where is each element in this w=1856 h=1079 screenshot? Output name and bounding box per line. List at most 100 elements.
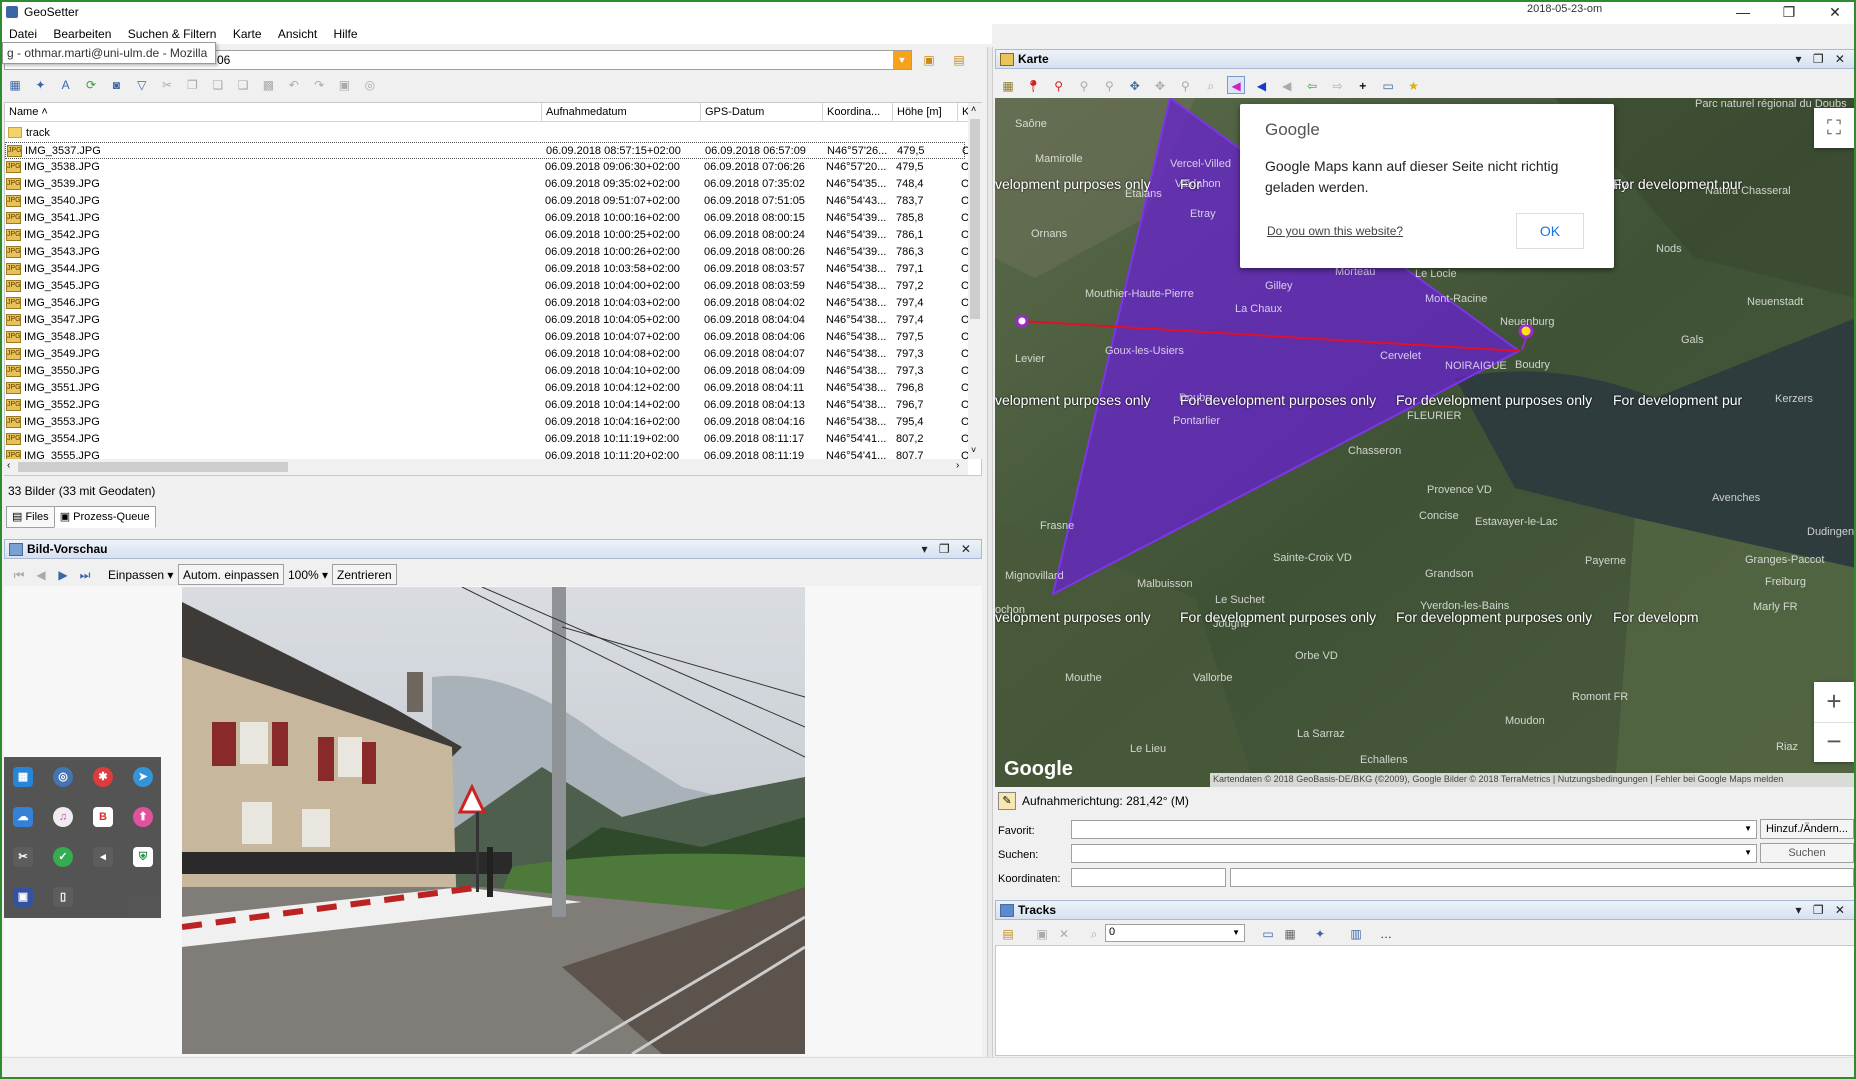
panels-icon[interactable]: ▥ bbox=[1347, 925, 1365, 943]
open-folder-icon[interactable]: ▤ bbox=[950, 51, 968, 69]
col-koordinaten[interactable]: Koordina... bbox=[823, 103, 893, 122]
close-icon[interactable]: ✕ bbox=[1812, 2, 1854, 22]
ungroup-icon[interactable]: ✥ bbox=[1151, 77, 1169, 95]
table-row[interactable]: JPG IMG_3549.JPG 06.09.2018 10:04:08+02:00… bbox=[5, 346, 970, 363]
tracks-panel-controls[interactable]: ▾ ❐ ✕ bbox=[1795, 903, 1849, 917]
pencil-icon[interactable]: ✎ bbox=[998, 792, 1016, 810]
scroll-up-icon[interactable]: ˄ bbox=[971, 104, 976, 114]
autofit-button[interactable]: Autom. einpassen bbox=[178, 564, 285, 585]
speech-icon[interactable]: ▭ bbox=[1379, 77, 1397, 95]
keepass-tray-icon[interactable]: ▣ bbox=[13, 887, 33, 907]
menu-hilfe[interactable]: Hilfe bbox=[327, 24, 364, 41]
panel-splitter[interactable] bbox=[987, 47, 993, 1057]
globe-track-icon[interactable]: ✦ bbox=[1311, 925, 1329, 943]
music-tray-icon[interactable]: ♫ bbox=[53, 807, 73, 827]
arrow-left-icon[interactable]: ⇦ bbox=[1303, 77, 1321, 95]
table-row[interactable]: JPG IMG_3544.JPG 06.09.2018 10:03:58+02:00… bbox=[5, 261, 970, 278]
panel-controls[interactable]: ▾ ❐ ✕ bbox=[921, 542, 975, 556]
tracks-list[interactable] bbox=[995, 945, 1854, 1056]
ok-button[interactable]: OK bbox=[1516, 213, 1584, 249]
table-row[interactable]: JPG IMG_3541.JPG 06.09.2018 10:00:16+02:00… bbox=[5, 210, 970, 227]
next-icon[interactable]: ▶ bbox=[54, 566, 72, 584]
map-type-icon[interactable]: ▦ bbox=[999, 77, 1017, 95]
table-row[interactable]: JPG IMG_3539.JPG 06.09.2018 09:35:02+02:00… bbox=[5, 176, 970, 193]
paste-icon[interactable]: ❏ bbox=[209, 76, 227, 94]
col-hoehe[interactable]: Höhe [m] bbox=[893, 103, 958, 122]
text-style-icon[interactable]: A bbox=[57, 76, 75, 94]
add-change-button[interactable]: Hinzuf./Ändern... bbox=[1760, 819, 1854, 839]
coordinates-text-input[interactable] bbox=[1230, 868, 1854, 887]
maximize-icon[interactable]: ❐ bbox=[1766, 2, 1812, 22]
direction-icon[interactable]: ◀ bbox=[1227, 76, 1246, 94]
col-name[interactable]: Name ˄ bbox=[5, 103, 542, 122]
comment-icon[interactable]: ▭ bbox=[1259, 925, 1277, 943]
open-track-icon[interactable]: ▤ bbox=[999, 925, 1017, 943]
tab-prozess-queue[interactable]: ▣ Prozess-Queue bbox=[53, 506, 156, 528]
table-row[interactable]: JPG IMG_3543.JPG 06.09.2018 10:00:26+02:00… bbox=[5, 244, 970, 261]
last-icon[interactable]: ⏭ bbox=[76, 566, 94, 584]
file-vertical-scrollbar[interactable]: ˄ ˅ bbox=[968, 103, 982, 459]
pin-icon[interactable]: 📍︎ bbox=[1024, 77, 1042, 95]
fullscreen-button[interactable]: ⛶ bbox=[1814, 108, 1854, 148]
table-row[interactable]: JPG IMG_3551.JPG 06.09.2018 10:04:12+02:00… bbox=[5, 380, 970, 397]
menu-bearbeiten[interactable]: Bearbeiten bbox=[46, 24, 117, 41]
table-row[interactable]: JPG IMG_3538.JPG 06.09.2018 09:06:30+02:00… bbox=[5, 159, 970, 176]
table-row[interactable]: JPG IMG_3546.JPG 06.09.2018 10:04:03+02:00… bbox=[5, 295, 970, 312]
remove-track-icon[interactable]: ✕ bbox=[1055, 925, 1073, 943]
favorit-select[interactable]: ▼ bbox=[1071, 820, 1757, 839]
hscroll-thumb[interactable] bbox=[18, 462, 288, 472]
map-globe-icon[interactable]: ✦ bbox=[31, 76, 49, 94]
search-icon[interactable]: ⌕ bbox=[1202, 77, 1220, 95]
chevron-down-icon[interactable]: ▼ bbox=[893, 51, 911, 69]
refresh-icon[interactable]: ⟳ bbox=[82, 76, 100, 94]
asterisk-tray-icon[interactable]: ✱ bbox=[93, 767, 113, 787]
table-row[interactable]: JPG IMG_3553.JPG 06.09.2018 10:04:16+02:00… bbox=[5, 414, 970, 431]
scroll-right-icon[interactable]: › bbox=[956, 460, 959, 471]
prev-icon[interactable]: ◀ bbox=[32, 566, 50, 584]
col-gps-datum[interactable]: GPS-Datum bbox=[701, 103, 823, 122]
map-panel-controls[interactable]: ▾ ❐ ✕ bbox=[1795, 52, 1849, 66]
cloud-tray-icon[interactable]: ☁ bbox=[13, 807, 33, 827]
menu-datei[interactable]: Datei bbox=[2, 24, 43, 41]
menu-karte[interactable]: Karte bbox=[226, 24, 268, 41]
marker-remove-icon[interactable]: ⚲ bbox=[1100, 77, 1118, 95]
track-zoom-select[interactable]: 0 ▼ bbox=[1105, 924, 1245, 942]
table-row[interactable]: JPG IMG_3550.JPG 06.09.2018 10:04:10+02:00… bbox=[5, 363, 970, 380]
network-tray-icon[interactable]: ▦ bbox=[13, 767, 33, 787]
table-row[interactable]: JPG IMG_3540.JPG 06.09.2018 09:51:07+02:00… bbox=[5, 193, 970, 210]
undo-icon[interactable]: ↶ bbox=[285, 76, 303, 94]
search-button[interactable]: Suchen bbox=[1760, 843, 1854, 863]
nvidia-tray-icon[interactable]: ✂ bbox=[13, 847, 33, 867]
own-website-link[interactable]: Do you own this website? bbox=[1267, 224, 1403, 238]
shield-tray-icon[interactable]: ⛨ bbox=[133, 847, 153, 867]
scroll-thumb[interactable] bbox=[970, 119, 980, 319]
folder-row[interactable]: track bbox=[5, 125, 965, 142]
menu-ansicht[interactable]: Ansicht bbox=[271, 24, 323, 41]
track-start-marker[interactable] bbox=[1015, 314, 1029, 328]
paste-special-icon[interactable]: ❑ bbox=[234, 76, 252, 94]
redo-icon[interactable]: ↷ bbox=[310, 76, 328, 94]
b-tray-icon[interactable]: B bbox=[93, 807, 113, 827]
zoom-track-icon[interactable]: ⌕ bbox=[1085, 925, 1103, 943]
table-row[interactable]: JPG IMG_3548.JPG 06.09.2018 10:04:07+02:00… bbox=[5, 329, 970, 346]
delete-icon[interactable]: ▩ bbox=[259, 76, 277, 94]
group-icon[interactable]: ✥ bbox=[1126, 77, 1144, 95]
grid-icon[interactable]: ▦ bbox=[1281, 925, 1299, 943]
zoom-out-button[interactable]: − bbox=[1814, 722, 1854, 762]
camera-icon[interactable]: ◙ bbox=[107, 76, 125, 94]
map-attribution[interactable]: Kartendaten © 2018 GeoBasis-DE/BKG (©200… bbox=[1210, 773, 1854, 787]
fit-select[interactable]: Einpassen ▾ bbox=[108, 568, 173, 582]
save-icon[interactable]: ▣ bbox=[335, 76, 353, 94]
minimize-icon[interactable]: — bbox=[1720, 2, 1766, 22]
speaker-tray-icon[interactable]: ◂ bbox=[93, 847, 113, 867]
save-track-icon[interactable]: ▣ bbox=[1033, 925, 1051, 943]
globe-tray-icon[interactable]: ◎ bbox=[53, 767, 73, 787]
marker-grey-icon[interactable]: ⚲ bbox=[1075, 77, 1093, 95]
menu-suchen-filtern[interactable]: Suchen & Filtern bbox=[121, 24, 223, 41]
zoom-marker-icon[interactable]: ⚲ bbox=[1176, 77, 1194, 95]
scroll-left-icon[interactable]: ‹ bbox=[7, 460, 10, 471]
plus-icon[interactable]: + bbox=[1354, 77, 1372, 95]
table-row[interactable]: JPG IMG_3547.JPG 06.09.2018 10:04:05+02:00… bbox=[5, 312, 970, 329]
table-row[interactable]: JPG IMG_3537.JPG 06.09.2018 08:57:15+02:00… bbox=[5, 142, 971, 159]
table-row[interactable]: JPG IMG_3545.JPG 06.09.2018 10:04:00+02:00… bbox=[5, 278, 970, 295]
